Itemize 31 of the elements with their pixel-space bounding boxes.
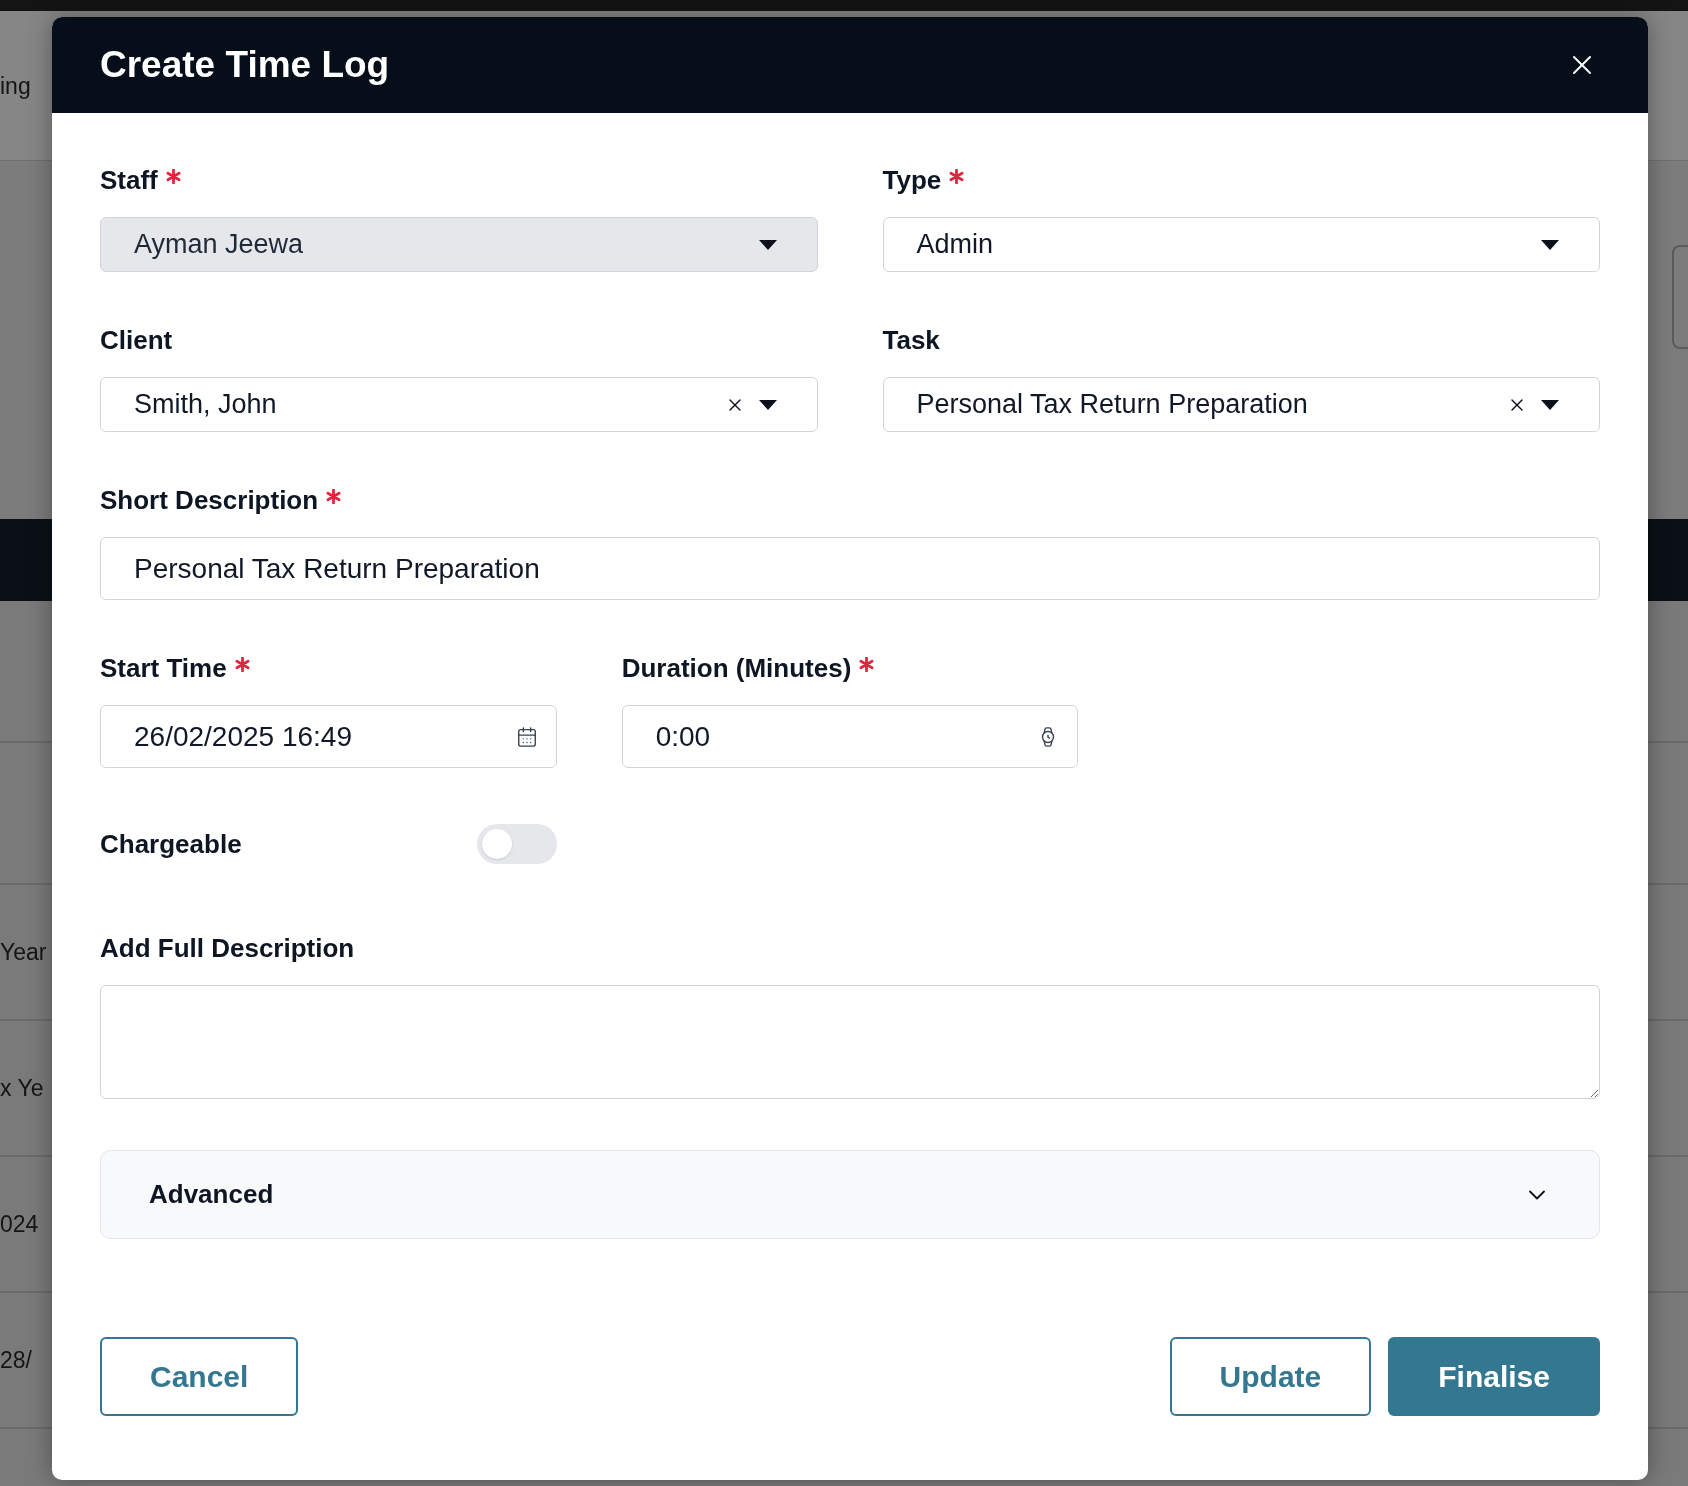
outline-button[interactable]: Cancel bbox=[100, 1337, 299, 1416]
text-field[interactable]: Personal Tax Return Preparation bbox=[100, 537, 1600, 600]
caret-down-icon bbox=[1541, 239, 1559, 250]
field-label: Short Description bbox=[100, 484, 319, 516]
background-text: Year bbox=[0, 938, 47, 966]
caret-down-icon bbox=[758, 239, 777, 250]
select-field[interactable]: Personal Tax Return Preparation bbox=[882, 377, 1600, 432]
caret-down-icon bbox=[758, 399, 777, 410]
background-text: x Ye bbox=[0, 1074, 44, 1102]
caret-down-icon bbox=[1541, 399, 1559, 410]
advanced-accordion[interactable]: Advanced bbox=[100, 1150, 1600, 1239]
primary-button[interactable]: Finalise bbox=[1388, 1337, 1600, 1416]
dialog-title: Create Time Log bbox=[100, 43, 390, 88]
field-label: Task bbox=[882, 324, 940, 356]
calendar-icon[interactable] bbox=[515, 726, 538, 748]
field-label: Client bbox=[100, 324, 173, 356]
select-field[interactable]: Admin bbox=[882, 217, 1600, 272]
field-label: Chargeable bbox=[100, 828, 242, 860]
field-label: Add Full Description bbox=[100, 932, 355, 964]
background-text: 024 bbox=[0, 1210, 39, 1238]
select-field[interactable]: Smith, John bbox=[100, 377, 818, 432]
field-label: Staff bbox=[100, 164, 158, 196]
duration-field[interactable]: 0:00 bbox=[621, 705, 1079, 768]
background-text: 28/ bbox=[0, 1346, 32, 1374]
toggle-switch[interactable] bbox=[476, 824, 557, 864]
field-label: Duration (Minutes) bbox=[621, 652, 852, 684]
date-field[interactable]: 26/02/2025 16:49 bbox=[100, 705, 557, 768]
field-label: Start Time bbox=[100, 652, 227, 684]
outline-button[interactable]: Update bbox=[1169, 1337, 1372, 1416]
field-label: Type bbox=[882, 164, 942, 196]
background-text: ing bbox=[0, 71, 31, 100]
